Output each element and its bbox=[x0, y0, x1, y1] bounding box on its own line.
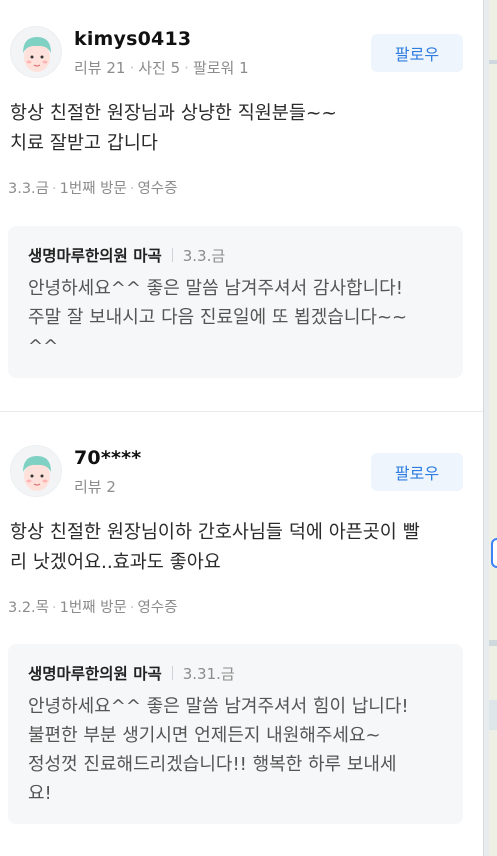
meta-separator: · bbox=[52, 181, 57, 197]
reply-date: 3.3.금 bbox=[182, 246, 226, 265]
review-text: 항상 친절한 원장님과 상냥한 직원분들~~ 치료 잘받고 갑니다 bbox=[10, 103, 337, 154]
visit-date: 3.2.목 bbox=[8, 600, 50, 616]
reply-divider bbox=[171, 666, 173, 680]
map-road bbox=[489, 60, 497, 64]
meta-separator: · bbox=[52, 600, 57, 616]
review-text: 항상 친절한 원장님이하 간호사님들 덕에 아픈곳이 빨 리 낫겠어요..효과도… bbox=[10, 522, 420, 573]
reviewer-nickname[interactable]: kimys0413 bbox=[74, 28, 191, 50]
map-road bbox=[489, 640, 497, 646]
user-avatar-icon bbox=[11, 27, 61, 77]
photo-count: 사진 5 bbox=[138, 59, 181, 77]
avatar[interactable] bbox=[10, 26, 62, 78]
review-count: 리뷰 21 bbox=[74, 59, 126, 77]
receipt-badge: 영수증 bbox=[137, 181, 178, 197]
follow-button[interactable]: 팔로우 bbox=[371, 34, 463, 72]
avatar[interactable] bbox=[10, 445, 62, 497]
reply-owner-name: 생명마루한의원 마곡 bbox=[28, 665, 162, 683]
map-control-icon[interactable] bbox=[491, 538, 497, 568]
visit-date: 3.3.금 bbox=[8, 181, 50, 197]
reply-text: 안녕하세요^^ 좋은 말씀 남겨주셔서 힘이 납니다! 불편한 부분 생기시면 … bbox=[28, 696, 409, 804]
reply-header: 생명마루한의원 마곡 3.31.금 bbox=[28, 662, 447, 684]
meta-separator: · bbox=[129, 181, 135, 197]
owner-reply: 생명마루한의원 마곡 3.3.금 안녕하세요^^ 좋은 말씀 남겨주셔서 감사합… bbox=[8, 226, 463, 378]
visit-count: 1번째 방문 bbox=[59, 600, 127, 616]
visit-info: 3.2.목 · 1번째 방문 · 영수증 bbox=[8, 596, 177, 617]
owner-reply: 생명마루한의원 마곡 3.31.금 안녕하세요^^ 좋은 말씀 남겨주셔서 힘이… bbox=[8, 644, 463, 824]
reply-header: 생명마루한의원 마곡 3.3.금 bbox=[28, 244, 447, 266]
reply-divider bbox=[171, 248, 173, 262]
follower-count: 팔로워 1 bbox=[192, 59, 249, 77]
reply-text: 안녕하세요^^ 좋은 말씀 남겨주셔서 감사합니다! 주말 잘 보내시고 다음 … bbox=[28, 278, 408, 357]
follow-button[interactable]: 팔로우 bbox=[371, 453, 463, 491]
visit-count: 1번째 방문 bbox=[59, 181, 127, 197]
review-feed: kimys0413 리뷰 21 · 사진 5 · 팔로워 1 팔로우 항상 친절한 원장… bbox=[0, 0, 483, 856]
visit-info: 3.3.금 · 1번째 방문 · 영수증 bbox=[8, 177, 177, 198]
reply-owner-name: 생명마루한의원 마곡 bbox=[28, 247, 162, 265]
map-road bbox=[489, 700, 497, 730]
user-avatar-icon bbox=[11, 446, 61, 496]
review-item: kimys0413 리뷰 21 · 사진 5 · 팔로워 1 팔로우 항상 친절한 원장… bbox=[0, 0, 483, 412]
reviewer-stats: 리뷰 21 · 사진 5 · 팔로워 1 bbox=[74, 57, 249, 78]
meta-separator: · bbox=[129, 59, 135, 77]
reviewer-nickname[interactable]: 70**** bbox=[74, 447, 141, 469]
meta-separator: · bbox=[184, 59, 189, 77]
meta-separator: · bbox=[129, 600, 135, 616]
review-count: 리뷰 2 bbox=[74, 478, 116, 496]
reviewer-stats: 리뷰 2 bbox=[74, 476, 116, 497]
review-item: 70**** 리뷰 2 팔로우 항상 친절한 원장님이하 간호사님들 덕에 아픈… bbox=[0, 412, 483, 856]
receipt-badge: 영수증 bbox=[137, 600, 178, 616]
reply-date: 3.31.금 bbox=[182, 664, 235, 683]
